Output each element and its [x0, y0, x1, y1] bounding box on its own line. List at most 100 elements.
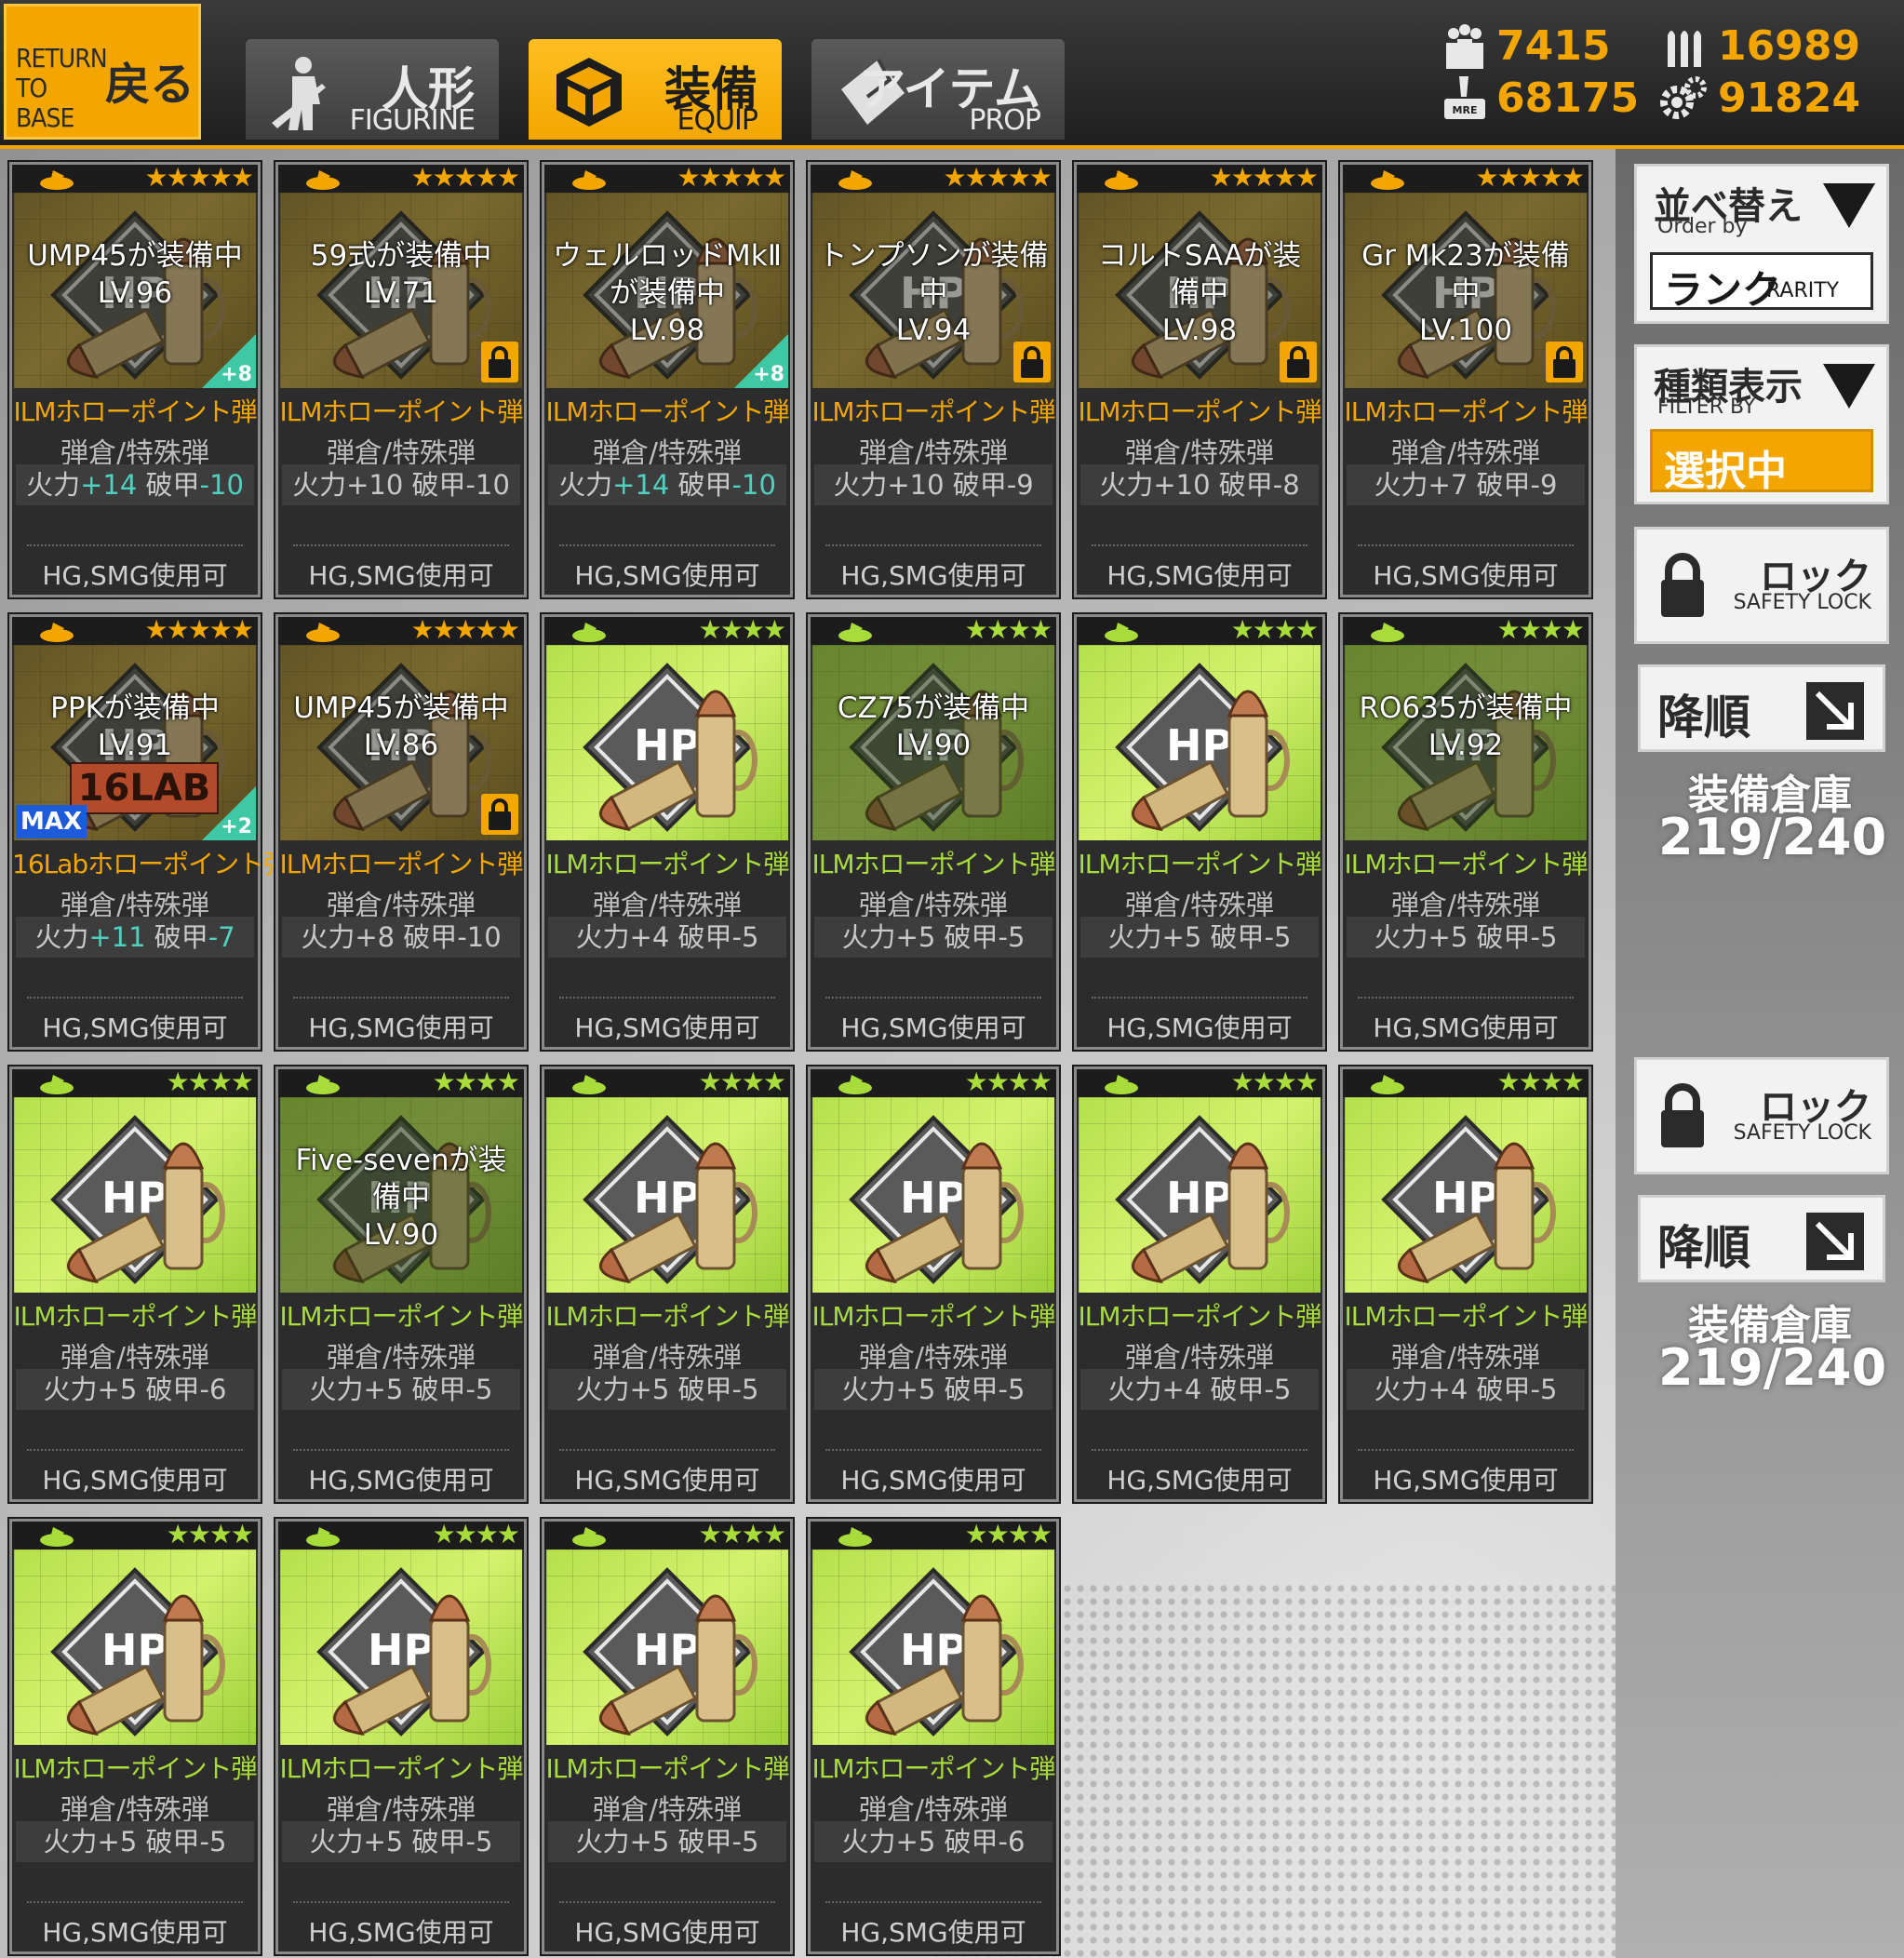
equipment-card[interactable]: ★★★★ HP ILMホローポイント弾 弾倉/特殊弾 火力+5 破甲 [7, 1517, 262, 1956]
sort-value[interactable]: ランク RARITY [1650, 252, 1873, 313]
lock-badge [481, 794, 518, 835]
enhance-level-text: +8 [753, 363, 784, 386]
slot-type-icon [40, 623, 74, 642]
manpower-icon [1446, 24, 1483, 69]
equipment-stats: 火力+5 破甲-5 [548, 1369, 786, 1410]
svg-text:HP: HP [900, 1173, 967, 1223]
equipment-card[interactable]: ★★★★★ HP コルトSAAが装備中 LV.98 ILMホローポイント弾 弾倉… [1072, 160, 1327, 599]
card-header: ★★★★ [811, 614, 1056, 645]
lock-badge [481, 342, 518, 382]
equipment-card[interactable]: ★★★★ HP ILMホローポイント弾 弾倉/特殊弾 火力+4 破甲-5 HG,… [540, 612, 795, 1052]
usable-classes: HG,SMG使用可 [840, 1917, 1026, 1948]
fire-value: +10 [1153, 469, 1211, 501]
equipped-status: PPKが装備中 LV.91 [20, 690, 250, 764]
safety-lock-button[interactable]: ロック SAFETY LOCK [1634, 527, 1889, 644]
equipment-card[interactable]: ★★★★ HP ILMホローポイント弾 弾倉/特殊弾 火力+5 破甲 [806, 1517, 1061, 1956]
descending-order-button-2[interactable]: 降順 [1638, 1195, 1885, 1282]
equipped-status: ウェルロッドMkⅡが装備中 LV.98 [552, 237, 783, 349]
card-header: ★★★★ [1077, 614, 1322, 645]
divider [293, 1449, 509, 1451]
fire-label: 火力 [34, 921, 89, 953]
svg-text:HP: HP [1166, 1173, 1233, 1223]
card-header: ★★★★ [811, 1519, 1056, 1549]
equipment-card[interactable]: ★★★★★ HP Gr Mk23が装備中 LV.100 ILMホローポイント弾 … [1338, 160, 1593, 599]
equipment-card[interactable]: ★★★★ HP ILMホローポイント弾 弾倉/特殊弾 火力+5 破甲 [540, 1517, 795, 1956]
card-header: ★★★★★ [12, 614, 258, 645]
return-to-base-button[interactable]: RETURN TO BASE 戻る [4, 4, 201, 140]
equipment-card[interactable]: ★★★★ HP ILMホローポイント弾 弾倉/特殊弾 火力+5 破甲 [540, 1065, 795, 1504]
equipment-card[interactable]: ★★★★ HP ILMホローポイント弾 弾倉/特殊弾 火力+5 破甲 [274, 1517, 529, 1956]
padlock-icon [1661, 1083, 1704, 1147]
fire-value: +5 [895, 1374, 936, 1405]
rarity-stars: ★★★★ [166, 1066, 254, 1097]
ammo-value: 16989 [1718, 22, 1861, 70]
equipment-art: HP [1079, 1097, 1321, 1293]
tab-figurine[interactable]: 人形 FIGURINE [246, 39, 499, 140]
equipment-art: HP 59式が装備中 LV.71 [280, 193, 522, 388]
equipment-card[interactable]: ★★★★ HP ILMホローポイント弾 弾倉/特殊弾 火力+5 破甲 [7, 1065, 262, 1504]
equipment-stats: 火力+10 破甲-8 [1080, 464, 1319, 505]
divider [27, 544, 243, 546]
sort-control[interactable]: 並べ替え Order by ランク RARITY [1634, 164, 1889, 324]
equipment-card[interactable]: ★★★★ HP ILMホローポイント弾 弾倉/特殊弾 火力+5 破甲 [806, 1065, 1061, 1504]
fire-label: 火力 [833, 469, 888, 501]
rarity-stars: ★★★★ [964, 1519, 1053, 1549]
equipment-stats: 火力+4 破甲-5 [1080, 1369, 1319, 1410]
equipment-card[interactable]: ★★★★ HP CZ75が装備中 LV.90 ILMホローポイント弾 弾倉/特殊… [806, 612, 1061, 1052]
equipment-card[interactable]: ★★★★★ HP トンプソンが装備中 LV.94 ILMホローポイント弾 弾倉/… [806, 160, 1061, 599]
armor-value: -7 [208, 921, 235, 953]
equipped-level-text: LV.86 [363, 729, 439, 762]
safety-lock-button-2[interactable]: ロック SAFETY LOCK [1634, 1057, 1889, 1174]
slot-type-icon [572, 170, 606, 190]
equipment-name: ILMホローポイント弾 [13, 1753, 257, 1784]
equipment-card[interactable]: ★★★★★ HP UMP45が装備中 LV.96 +8 ILMホローポイント弾 … [7, 160, 262, 599]
armor-value: -10 [465, 469, 510, 501]
fire-value: +5 [895, 1826, 936, 1857]
equipment-card[interactable]: ★★★★ HP ILMホローポイント弾 弾倉/特殊弾 火力+5 破甲 [1072, 612, 1327, 1052]
fire-value: +5 [895, 921, 936, 953]
divider [27, 1449, 243, 1451]
rarity-stars: ★★★★ [166, 1519, 254, 1549]
filter-value[interactable]: 選択中 [1650, 429, 1873, 495]
slot-type-icon [572, 623, 606, 642]
equipment-card[interactable]: ★★★★★ HP 59式が装備中 LV.71 ILMホローポイント弾 弾倉/特殊… [274, 160, 529, 599]
equipment-card[interactable]: ★★★★★ HP 16LAB PPKが装備中 LV.91 +2 MAX 16La… [7, 612, 289, 1052]
equipment-art: HP [546, 1549, 788, 1745]
tab-prop[interactable]: アイテム PROP [811, 39, 1065, 140]
equipment-name: ILMホローポイント弾 [1344, 396, 1588, 427]
equipment-art: HP ウェルロッドMkⅡが装備中 LV.98 +8 [546, 193, 788, 388]
equipment-card[interactable]: ★★★★ HP RO635が装備中 LV.92 ILMホローポイント弾 弾倉/特… [1338, 612, 1593, 1052]
rarity-stars: ★★★★ [1230, 1066, 1319, 1097]
armor-value: -6 [998, 1826, 1026, 1857]
order-label-2: 降順 [1657, 1220, 1750, 1275]
armor-label: 破甲 [145, 1826, 200, 1857]
divider [1358, 997, 1574, 999]
equipment-name: ILMホローポイント弾 [279, 849, 523, 879]
equipment-stats: 火力+5 破甲-5 [282, 1821, 520, 1862]
equipment-card[interactable]: ★★★★★ HP ウェルロッドMkⅡが装備中 LV.98 +8 ILMホローポイ… [540, 160, 795, 599]
equipment-card[interactable]: ★★★★ HP ILMホローポイント弾 弾倉/特殊弾 火力+4 破甲-5 HG,… [1338, 1065, 1593, 1504]
equipment-name: ILMホローポイント弾 [1344, 849, 1588, 879]
fire-label: 火力 [841, 1826, 896, 1857]
filter-control[interactable]: 種類表示 FILTER BY 選択中 [1634, 344, 1889, 504]
usable-classes: HG,SMG使用可 [1373, 1013, 1559, 1043]
armor-label: 破甲 [1218, 469, 1273, 501]
equipment-card[interactable]: ★★★★ HP Five-sevenが装備中 LV.90 ILMホローポイント弾… [274, 1065, 529, 1504]
divider [1092, 1449, 1307, 1451]
slot-type-icon [1105, 1075, 1138, 1094]
enhance-level-text: +2 [221, 815, 252, 838]
fire-label: 火力 [309, 1826, 364, 1857]
slot-type-icon [1371, 1075, 1404, 1094]
card-header: ★★★★★ [544, 162, 790, 193]
tab-equip[interactable]: 装備 EQUIP [529, 39, 782, 140]
armor-value: -5 [998, 921, 1026, 953]
descending-order-button[interactable]: 降順 [1638, 664, 1885, 752]
svg-text:HP: HP [101, 1625, 168, 1675]
usable-classes: HG,SMG使用可 [840, 1013, 1026, 1043]
card-header: ★★★★ [544, 1066, 790, 1097]
equipment-card[interactable]: ★★★★ HP ILMホローポイント弾 弾倉/特殊弾 火力+4 破甲-5 HG,… [1072, 1065, 1327, 1504]
usable-classes: HG,SMG使用可 [574, 560, 760, 591]
armor-label: 破甲 [145, 1374, 200, 1405]
equipment-card[interactable]: ★★★★★ HP UMP45が装備中 LV.86 ILMホローポイント弾 弾倉/… [274, 612, 529, 1052]
fire-label: 火力 [558, 469, 613, 501]
